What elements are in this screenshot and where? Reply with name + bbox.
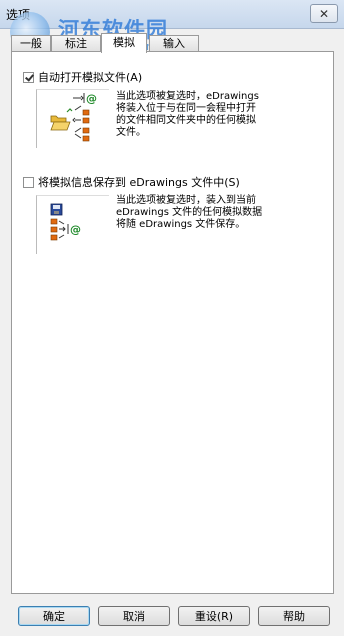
close-button[interactable]: ✕ [310,4,338,23]
help-button[interactable]: 帮助 [258,606,330,626]
save-simulation-diagram: @ [50,203,81,241]
svg-text:@: @ [70,223,81,236]
ok-button[interactable]: 确定 [18,606,90,626]
tab-import[interactable]: 输入 [149,35,199,52]
auto-open-simulation-option[interactable]: 自动打开模拟文件(A) [23,69,142,85]
cancel-button[interactable]: 取消 [98,606,170,626]
save-simulation-illustration: @ [36,195,109,254]
save-simulation-label: 将模拟信息保存到 eDrawings 文件中(S) [38,176,240,189]
tab-general[interactable]: 一般 [11,35,51,52]
open-folder-icon [50,108,73,131]
save-simulation-description: 当此选项被复选时，装入到当前 eDrawings 文件的任何模拟数据 将随 eD… [116,195,263,230]
edrawings-e-icon: @ [73,92,97,105]
close-icon: ✕ [318,6,330,21]
edrawings-e-icon: @ [67,223,81,236]
simulation-panel: 自动打开模拟文件(A) @ 当此选项被复选时，eDrawings 将装入位于与在… [11,51,334,594]
tab-simulation[interactable]: 模拟 [101,33,147,53]
auto-open-illustration: @ [36,89,109,148]
auto-open-diagram: @ [50,92,97,142]
title-bar: 选项 ✕ [0,0,344,29]
save-simulation-option[interactable]: 将模拟信息保存到 eDrawings 文件中(S) [23,174,240,190]
reset-button[interactable]: 重设(R) [178,606,250,626]
simulation-data-icons [50,218,66,241]
dialog-button-bar: 确定 取消 重设(R) 帮助 [0,606,344,628]
tab-markup[interactable]: 标注 [51,35,101,52]
auto-open-simulation-label: 自动打开模拟文件(A) [38,71,143,84]
auto-open-simulation-checkbox[interactable] [23,71,34,83]
save-disk-icon [50,203,63,216]
svg-text:@: @ [86,92,97,105]
auto-open-description: 当此选项被复选时，eDrawings 将装入位于与在同一会程中打开 的文件相同文… [116,91,259,138]
save-simulation-checkbox[interactable] [23,176,34,188]
simulation-file-icons [72,105,90,142]
window-title: 选项 [6,8,31,22]
